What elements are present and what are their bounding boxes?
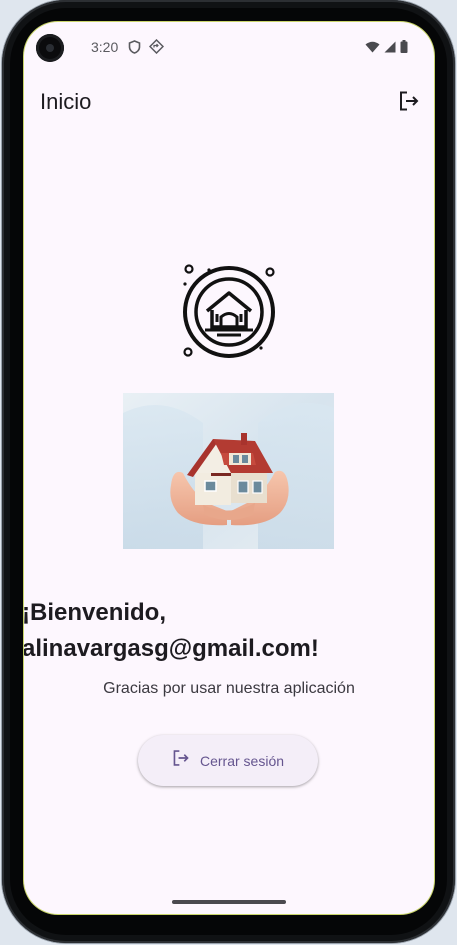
house-emblem-icon [179, 264, 279, 360]
signal-icon [384, 40, 396, 58]
wifi-icon [365, 40, 380, 58]
status-icons-left [128, 38, 165, 59]
status-icons-right [365, 40, 408, 58]
sign-out-label: Cerrar sesión [199, 752, 285, 769]
home-indicator[interactable] [172, 900, 286, 904]
logout-icon [398, 90, 420, 117]
logout-button[interactable] [394, 88, 424, 118]
hero-image [123, 393, 334, 549]
page-title: Inicio [40, 89, 92, 114]
sign-out-button[interactable]: Cerrar sesión [138, 735, 318, 786]
location-icon [148, 38, 165, 59]
welcome-subtitle-text: Gracias por usar nuestra aplicación [103, 680, 355, 697]
status-time: 3:20 [91, 39, 119, 55]
front-camera [36, 34, 64, 62]
logout-icon [172, 749, 190, 772]
welcome-subtitle: Gracias por usar nuestra aplicación [24, 680, 434, 698]
shield-icon [128, 39, 141, 59]
welcome-heading: ¡Bienvenido, alinavargasg@gmail.com! [24, 599, 319, 662]
battery-icon [400, 40, 408, 58]
app-screen: 3:20 Inicio ¡Bienvenido, alinavargasg@gm… [24, 22, 434, 914]
